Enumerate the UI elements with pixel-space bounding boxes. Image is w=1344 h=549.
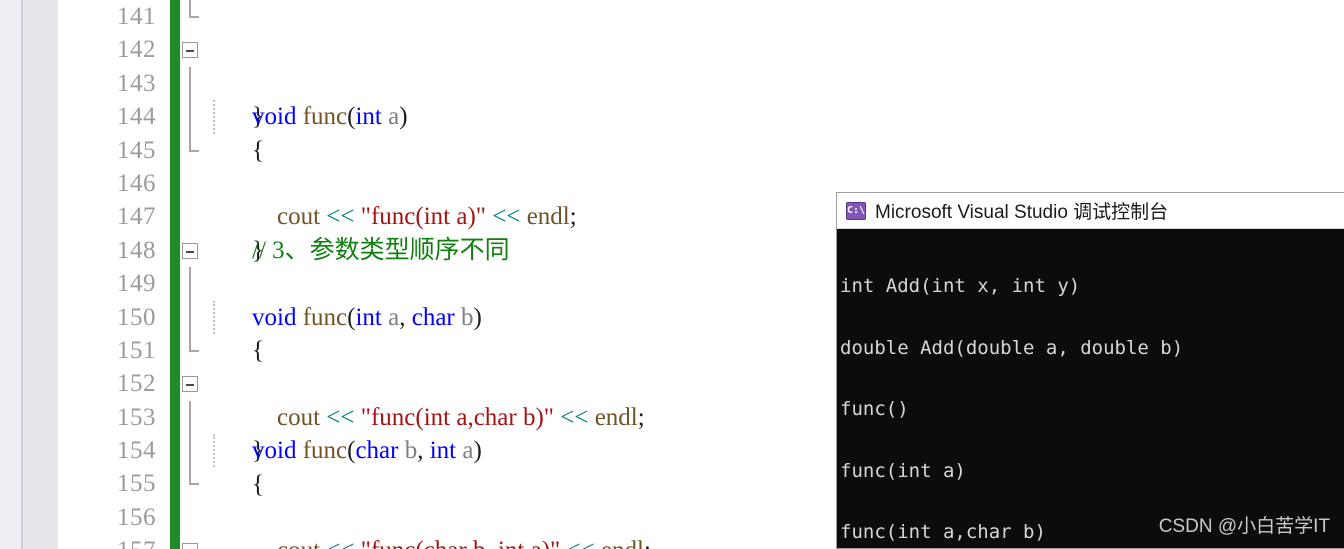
line-number: 144	[58, 100, 170, 133]
block-guide	[189, 100, 191, 133]
editor-glyph-margin[interactable]	[23, 0, 58, 549]
code-line-144[interactable]: cout << "func(int a)" << endl;	[180, 100, 1344, 133]
block-guide	[189, 67, 191, 100]
line-number: 157	[58, 534, 170, 549]
block-guide	[189, 401, 191, 434]
line-number: 145	[58, 134, 170, 167]
line-number: 143	[58, 67, 170, 100]
line-number: 141	[58, 0, 170, 33]
indent-guide	[213, 434, 215, 467]
block-guide-foot	[189, 16, 199, 18]
line-number: 150	[58, 301, 170, 334]
debug-console-window[interactable]: C:\ Microsoft Visual Studio 调试控制台 int Ad…	[836, 192, 1344, 549]
console-output-line: double Add(double a, double b)	[840, 338, 1344, 359]
block-guide	[189, 434, 191, 467]
console-icon-glyph: C:\	[847, 206, 865, 216]
line-number: 156	[58, 501, 170, 534]
watermark: CSDN @小白苦学IT	[1159, 511, 1330, 538]
code-line-141[interactable]: }	[180, 0, 1344, 33]
fold-collapse-icon[interactable]	[182, 543, 198, 549]
line-number: 154	[58, 434, 170, 467]
line-number: 148	[58, 234, 170, 267]
indent-guide	[213, 100, 215, 133]
fold-collapse-icon[interactable]	[182, 42, 198, 58]
console-output-line: int Add(int x, int y)	[840, 276, 1344, 297]
console-title-bar[interactable]: C:\ Microsoft Visual Studio 调试控制台	[837, 193, 1344, 229]
console-app-icon: C:\	[846, 202, 866, 220]
console-title-text: Microsoft Visual Studio 调试控制台	[875, 197, 1168, 224]
block-guide-foot	[189, 483, 199, 485]
console-output: int Add(int x, int y) double Add(double …	[837, 229, 1344, 549]
line-number: 152	[58, 367, 170, 400]
line-number-gutter: 141 142 143 144 145 146 147 148 149 150 …	[58, 0, 170, 549]
source-change-bar	[170, 0, 180, 549]
block-guide-foot	[189, 350, 199, 352]
code-line-142[interactable]: void func(int a)	[180, 33, 1344, 66]
line-number: 155	[58, 467, 170, 500]
line-number: 146	[58, 167, 170, 200]
line-number: 153	[58, 401, 170, 434]
code-line-143[interactable]: {	[180, 67, 1344, 100]
code-line-145[interactable]: }	[180, 134, 1344, 167]
block-guide	[189, 301, 191, 334]
screenshot-root: 141 142 143 144 145 146 147 148 149 150 …	[0, 0, 1344, 549]
fold-collapse-icon[interactable]	[182, 243, 198, 259]
console-output-line: func(int a)	[840, 461, 1344, 482]
console-output-line: func()	[840, 399, 1344, 420]
line-number: 151	[58, 334, 170, 367]
line-number: 149	[58, 267, 170, 300]
editor-outer-margin	[0, 0, 21, 549]
fold-collapse-icon[interactable]	[182, 376, 198, 392]
line-number: 147	[58, 200, 170, 233]
indent-guide	[213, 301, 215, 334]
block-guide	[189, 267, 191, 300]
line-number: 142	[58, 33, 170, 66]
block-guide-foot	[189, 150, 199, 152]
